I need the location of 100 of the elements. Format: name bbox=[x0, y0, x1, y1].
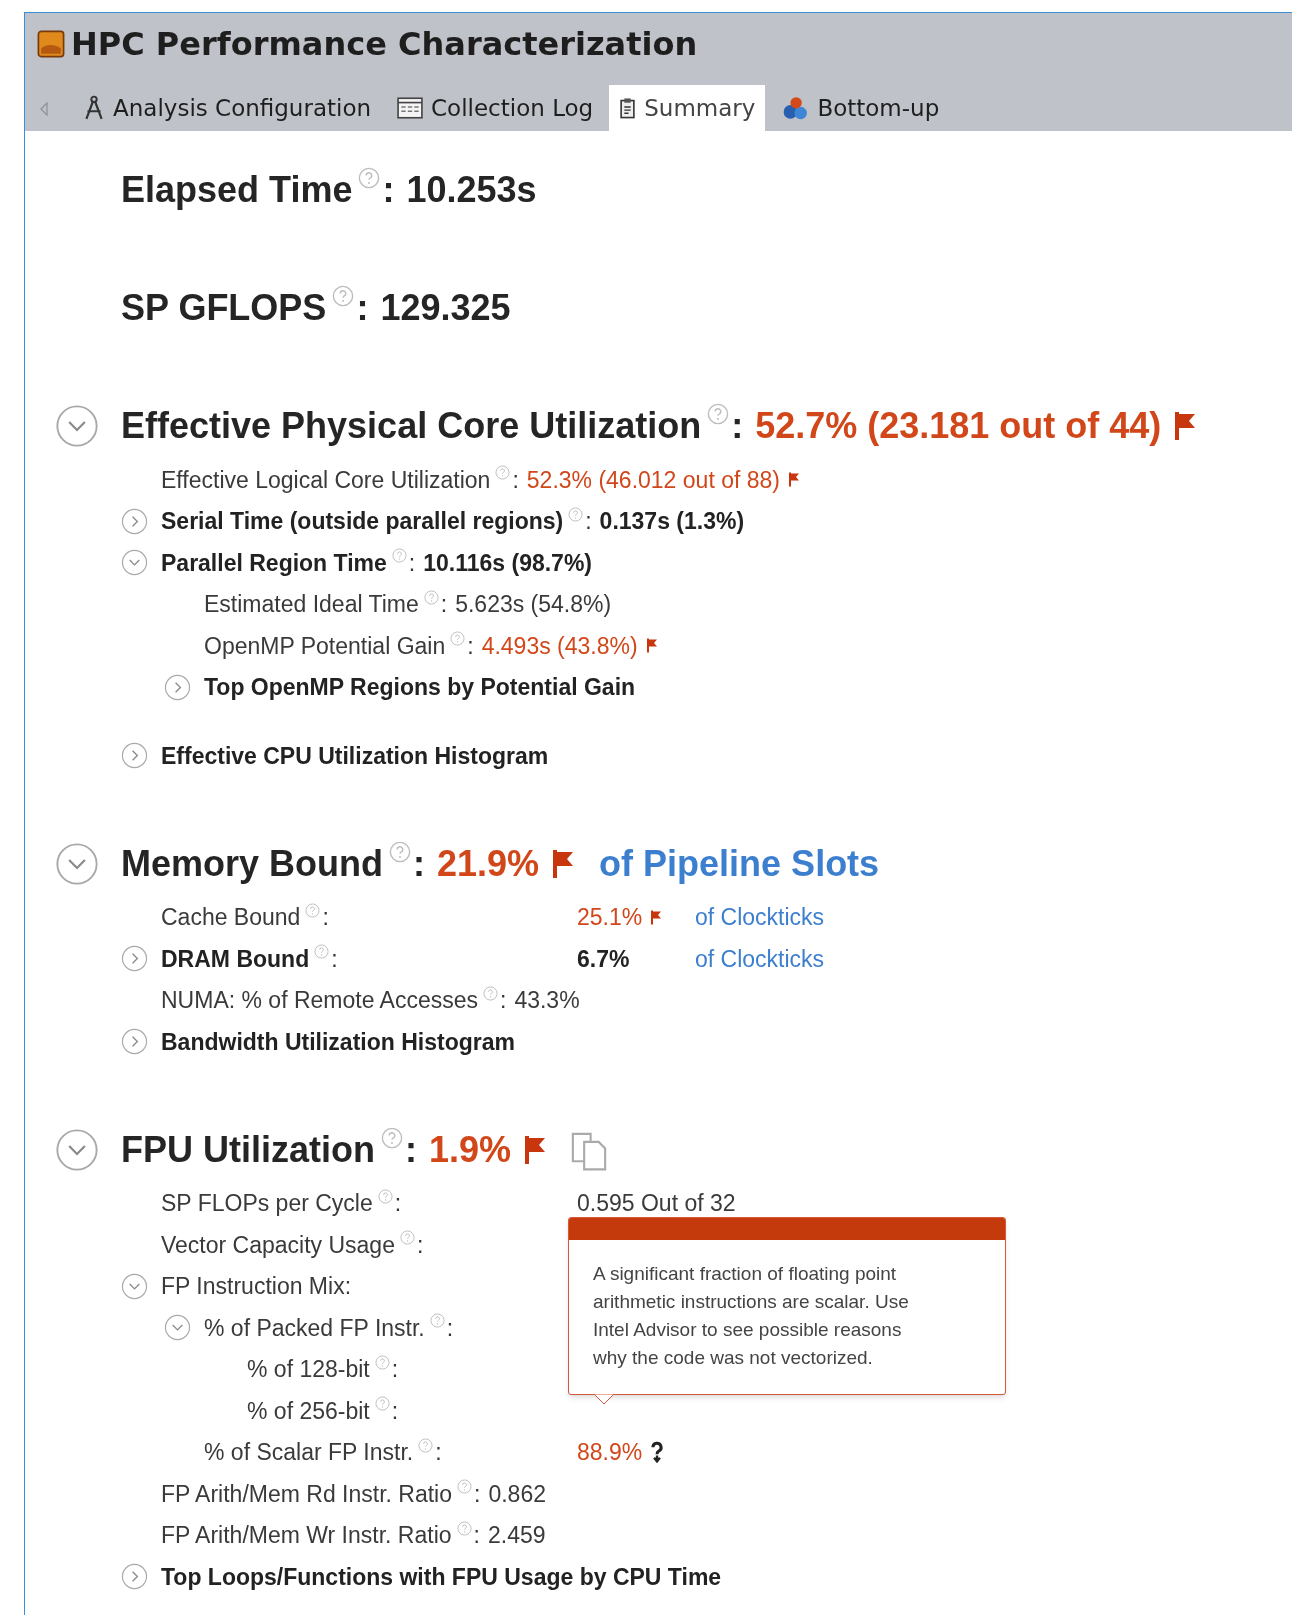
help-icon[interactable] bbox=[457, 1479, 472, 1495]
metric-label: OpenMP Potential Gain bbox=[204, 631, 446, 661]
metric-label: % of 256-bit bbox=[247, 1396, 370, 1426]
colon: : bbox=[416, 1230, 424, 1260]
colon: : bbox=[585, 507, 592, 536]
section-title: FPU Utilization bbox=[121, 1127, 375, 1172]
metric-label: Effective CPU Utilization Histogram bbox=[161, 741, 549, 771]
help-icon[interactable] bbox=[429, 1313, 445, 1329]
help-icon[interactable] bbox=[495, 465, 511, 481]
colon: : bbox=[405, 1127, 417, 1172]
metric-value: 88.9% bbox=[577, 1438, 643, 1467]
help-icon[interactable] bbox=[418, 1437, 434, 1453]
metric-label: Elapsed Time bbox=[121, 168, 353, 212]
metric-label: Top OpenMP Regions by Potential Gain bbox=[204, 673, 636, 702]
colon: : bbox=[413, 841, 425, 886]
molecule-icon bbox=[781, 95, 810, 121]
colon: : bbox=[440, 590, 448, 619]
metric-label: FP Arith/Mem Wr Instr. Ratio bbox=[161, 1521, 452, 1550]
expand-toggle[interactable] bbox=[121, 1563, 148, 1591]
scroll-left-icon[interactable] bbox=[39, 102, 49, 116]
colon: : bbox=[474, 1479, 481, 1509]
colon: : bbox=[322, 903, 329, 932]
help-icon[interactable] bbox=[377, 1188, 393, 1204]
metric-label: DRAM Bound bbox=[161, 944, 310, 974]
metric-value: 10.116s (98.7%) bbox=[423, 548, 592, 578]
compass-icon bbox=[83, 95, 105, 121]
tab[interactable]: Analysis Configuration bbox=[73, 85, 382, 131]
colon: : bbox=[356, 286, 369, 330]
colon: : bbox=[331, 944, 338, 974]
metric-value: 129.325 bbox=[380, 286, 511, 330]
help-icon[interactable] bbox=[568, 506, 584, 522]
collapse-toggle[interactable] bbox=[55, 1127, 99, 1172]
metric-label: NUMA: % of Remote Accesses bbox=[161, 986, 478, 1015]
metric-label: SP GFLOPS bbox=[121, 286, 327, 330]
tab[interactable]: Summary bbox=[609, 85, 766, 131]
window-icon bbox=[397, 97, 424, 119]
metric-value: 6.7% bbox=[577, 944, 630, 974]
metric-value: 0.862 bbox=[488, 1479, 546, 1509]
metric-label: Top Loops/Functions with FPU Usage by CPU Time bbox=[161, 1562, 722, 1592]
colon: : bbox=[394, 1189, 402, 1218]
metric-value: 1.9% bbox=[429, 1127, 512, 1172]
metric-value: 0.137s (1.3%) bbox=[599, 507, 745, 536]
metric-value: 25.1% bbox=[577, 903, 643, 932]
tooltip-text: A significant fraction of floating point arithmetic instructions are scalar. Use Intel Advisor to see possible reasons why the code was not vectorized. bbox=[592, 1261, 910, 1370]
unit-label: of Pipeline Slots bbox=[599, 841, 880, 886]
help-icon[interactable] bbox=[358, 167, 381, 189]
section-title: Effective Physical Core Utilization bbox=[121, 404, 702, 448]
collapse-toggle[interactable] bbox=[121, 549, 148, 577]
help-icon[interactable] bbox=[399, 1230, 415, 1246]
colon: : bbox=[408, 548, 416, 578]
help-icon[interactable] bbox=[374, 1396, 390, 1412]
help-icon[interactable] bbox=[305, 902, 321, 918]
metric-value: 52.3% (46.012 out of 88) bbox=[526, 465, 780, 495]
expand-toggle[interactable] bbox=[121, 1028, 148, 1056]
help-icon[interactable] bbox=[450, 631, 466, 647]
collapse-toggle[interactable] bbox=[121, 1272, 148, 1300]
metric-value: 10.253s bbox=[406, 168, 537, 212]
colon: : bbox=[512, 465, 519, 495]
help-icon[interactable] bbox=[374, 1354, 390, 1370]
unit-label: of Clockticks bbox=[695, 903, 825, 932]
help-icon[interactable] bbox=[707, 403, 730, 425]
metric-value: 4.493s (43.8%) bbox=[481, 631, 638, 661]
metric-label: Serial Time (outside parallel regions) bbox=[161, 507, 564, 536]
metric-label: Bandwidth Utilization Histogram bbox=[161, 1027, 515, 1057]
metric-label: Parallel Region Time bbox=[161, 548, 387, 578]
help-icon[interactable] bbox=[314, 944, 330, 960]
window-title: HPC Performance Characterization bbox=[71, 24, 698, 65]
unit-label: of Clockticks bbox=[695, 944, 825, 974]
metric-label: FP Arith/Mem Rd Instr. Ratio bbox=[161, 1479, 452, 1509]
help-icon[interactable] bbox=[391, 548, 407, 564]
app-logo bbox=[37, 30, 65, 58]
collapse-toggle[interactable] bbox=[55, 404, 99, 448]
help-icon[interactable] bbox=[483, 985, 498, 1001]
clipboard-icon bbox=[619, 97, 637, 119]
metric-label: % of 128-bit bbox=[247, 1355, 370, 1384]
colon: : bbox=[391, 1355, 399, 1384]
help-icon[interactable] bbox=[423, 589, 439, 605]
help-icon[interactable] bbox=[389, 840, 411, 863]
expand-toggle[interactable] bbox=[164, 673, 191, 701]
metric-label: SP FLOPs per Cycle bbox=[161, 1189, 373, 1218]
colon: : bbox=[473, 1521, 480, 1550]
collapse-toggle[interactable] bbox=[164, 1314, 191, 1342]
help-icon[interactable] bbox=[456, 1520, 472, 1536]
colon: : bbox=[435, 1438, 442, 1467]
metric-value: 0.595 Out of 32 bbox=[577, 1189, 736, 1218]
help-icon[interactable] bbox=[332, 285, 355, 307]
tab[interactable]: Collection Log bbox=[387, 85, 604, 131]
metric-label: % of Packed FP Instr. bbox=[204, 1313, 425, 1343]
colon: : bbox=[467, 631, 474, 661]
collapse-toggle[interactable] bbox=[55, 841, 99, 886]
colon: : bbox=[391, 1396, 399, 1426]
expand-toggle[interactable] bbox=[121, 742, 148, 770]
tab[interactable]: Bottom-up bbox=[771, 85, 950, 131]
metric-value: 43.3% bbox=[514, 986, 580, 1015]
help-icon[interactable] bbox=[381, 1126, 403, 1149]
expand-toggle[interactable] bbox=[121, 945, 148, 973]
section-title: Memory Bound bbox=[121, 841, 383, 886]
metric-value: 2.459 bbox=[487, 1521, 546, 1550]
expand-toggle[interactable] bbox=[121, 507, 148, 535]
colon: : bbox=[446, 1313, 454, 1343]
